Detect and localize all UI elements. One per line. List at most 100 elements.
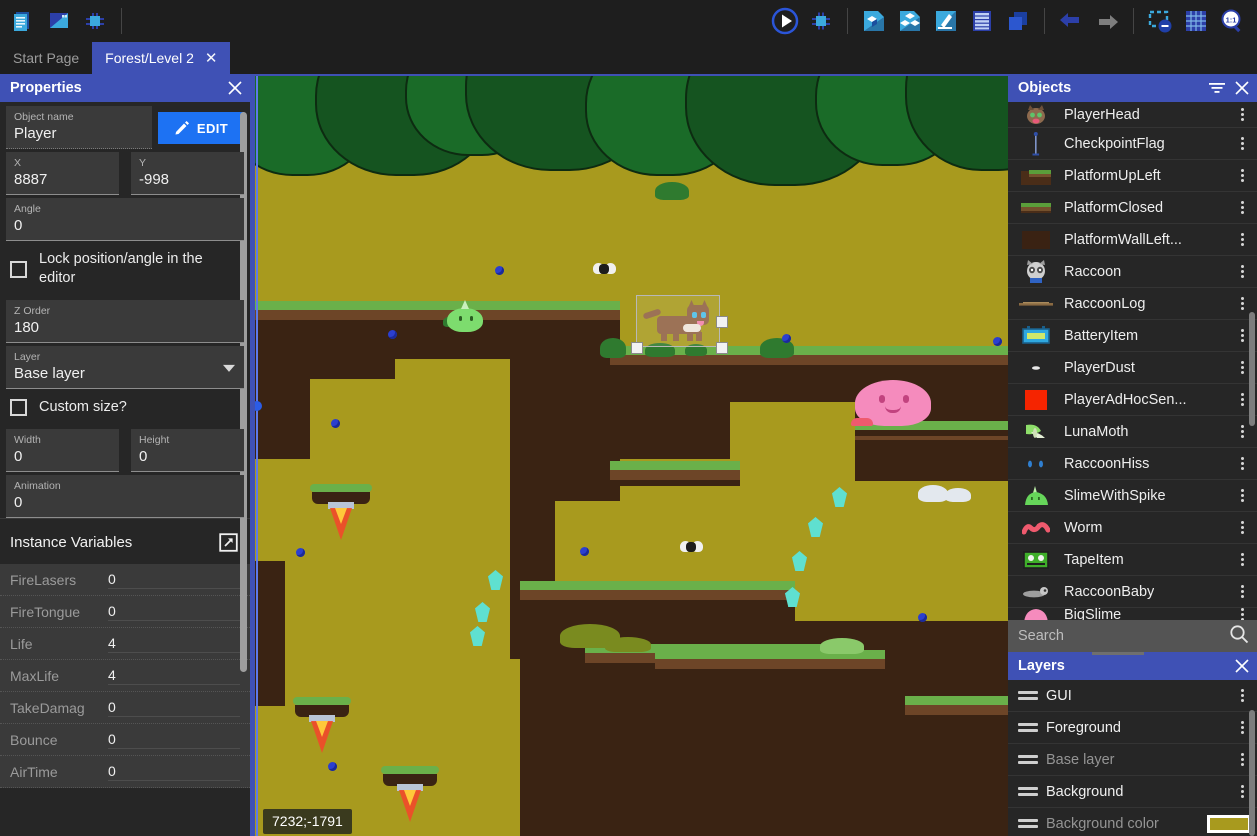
project-manager-icon[interactable] xyxy=(6,4,40,38)
objects-search-bar[interactable] xyxy=(1008,620,1257,652)
layer-list-item-foreground[interactable]: Foreground xyxy=(1008,712,1257,744)
layer-list-item-background[interactable]: Background xyxy=(1008,776,1257,808)
background-color-swatch[interactable] xyxy=(1207,814,1251,833)
object-name-field[interactable]: Object name Player xyxy=(6,106,152,149)
player-cat-sprite[interactable] xyxy=(642,300,715,342)
drag-handle-icon[interactable] xyxy=(1018,691,1038,700)
object-menu-icon[interactable] xyxy=(1233,169,1251,182)
tab-close-icon[interactable]: ✕ xyxy=(205,51,218,66)
instance-variable-row[interactable]: MaxLife 4 xyxy=(0,660,250,692)
variable-value[interactable]: 0 xyxy=(108,731,240,749)
floating-platform[interactable] xyxy=(310,484,372,540)
resize-handle-bottom-right[interactable] xyxy=(716,342,728,354)
events-sheet-icon[interactable] xyxy=(965,4,999,38)
object-list-item[interactable]: PlayerHead xyxy=(1008,102,1257,128)
object-menu-icon[interactable] xyxy=(1233,521,1251,534)
grid-icon[interactable] xyxy=(1179,4,1213,38)
selected-object-bounds[interactable] xyxy=(631,295,728,354)
undo-icon[interactable] xyxy=(1054,4,1088,38)
external-layout-icon[interactable] xyxy=(1001,4,1035,38)
object-menu-icon[interactable] xyxy=(1233,425,1251,438)
drag-handle-icon[interactable] xyxy=(1018,819,1038,828)
object-list-item[interactable]: TapeItem xyxy=(1008,544,1257,576)
object-list-item[interactable]: PlayerAdHocSen... xyxy=(1008,384,1257,416)
scene-viewport[interactable]: 7232;-1791 xyxy=(255,76,1008,836)
x-field[interactable]: X 8887 xyxy=(6,152,119,195)
object-list-item[interactable]: CheckpointFlag xyxy=(1008,128,1257,160)
width-field[interactable]: Width 0 xyxy=(6,429,119,472)
variable-value[interactable]: 0 xyxy=(108,763,240,781)
hide-selection-icon[interactable] xyxy=(1143,4,1177,38)
object-menu-icon[interactable] xyxy=(1233,553,1251,566)
orb-item[interactable] xyxy=(580,547,589,556)
zoom-reset-icon[interactable]: 1:1 xyxy=(1215,4,1249,38)
properties-scrollbar[interactable] xyxy=(240,112,247,672)
scene-editor-icon[interactable] xyxy=(929,4,963,38)
object-list-item[interactable]: Worm xyxy=(1008,512,1257,544)
orb-item[interactable] xyxy=(918,613,927,622)
search-input[interactable] xyxy=(1018,628,1229,644)
preview-window-icon[interactable] xyxy=(42,4,76,38)
worm-enemy[interactable] xyxy=(851,418,873,426)
orb-item[interactable] xyxy=(782,334,791,343)
variable-value[interactable]: 0 xyxy=(108,603,240,621)
object-list-item[interactable]: PlatformWallLeft... xyxy=(1008,224,1257,256)
close-icon[interactable] xyxy=(1235,659,1249,673)
lock-position-row[interactable]: Lock position/angle in the editor xyxy=(0,241,250,297)
tab-start-page[interactable]: Start Page xyxy=(0,42,92,74)
floating-platform[interactable] xyxy=(293,697,351,753)
custom-size-checkbox[interactable] xyxy=(10,399,27,416)
layers-scrollbar[interactable] xyxy=(1249,710,1255,836)
z-order-field[interactable]: Z Order 180 xyxy=(6,300,244,343)
orb-item[interactable] xyxy=(296,548,305,557)
object-menu-icon[interactable] xyxy=(1233,201,1251,214)
orb-item[interactable] xyxy=(331,419,340,428)
new-scene-icon[interactable] xyxy=(857,4,891,38)
instance-variable-row[interactable]: Life 4 xyxy=(0,628,250,660)
object-list-item[interactable]: RaccoonHiss xyxy=(1008,448,1257,480)
orb-item[interactable] xyxy=(993,337,1002,346)
layer-list-item-base-layer[interactable]: Base layer xyxy=(1008,744,1257,776)
open-external-icon[interactable] xyxy=(219,533,238,552)
object-list-item[interactable]: LunaMoth xyxy=(1008,416,1257,448)
variable-value[interactable]: 0 xyxy=(108,699,240,717)
drag-handle-icon[interactable] xyxy=(1018,723,1038,732)
instance-variable-row[interactable]: AirTime 0 xyxy=(0,756,250,788)
object-menu-icon[interactable] xyxy=(1233,489,1251,502)
object-menu-icon[interactable] xyxy=(1233,585,1251,598)
object-list-item[interactable]: RaccoonLog xyxy=(1008,288,1257,320)
tab-forest-level-2[interactable]: Forest/Level 2 ✕ xyxy=(92,42,231,74)
orb-item[interactable] xyxy=(328,762,337,771)
instance-variable-row[interactable]: FireLasers 0 xyxy=(0,564,250,596)
orb-item[interactable] xyxy=(388,330,397,339)
instance-variable-row[interactable]: FireTongue 0 xyxy=(0,596,250,628)
resize-handle-right[interactable] xyxy=(716,316,728,328)
moth-enemy[interactable] xyxy=(593,263,616,275)
object-list-item[interactable]: PlatformClosed xyxy=(1008,192,1257,224)
close-icon[interactable] xyxy=(1235,81,1249,95)
lock-position-checkbox[interactable] xyxy=(10,260,27,278)
objects-editor-icon[interactable] xyxy=(893,4,927,38)
layer-menu-icon[interactable] xyxy=(1233,689,1251,702)
object-menu-icon[interactable] xyxy=(1233,297,1251,310)
moth-enemy[interactable] xyxy=(680,541,703,553)
floating-platform[interactable] xyxy=(381,766,439,822)
animation-field[interactable]: Animation 0 xyxy=(6,475,244,518)
close-icon[interactable] xyxy=(228,81,242,95)
variable-value[interactable]: 0 xyxy=(108,571,240,589)
instance-variable-row[interactable]: TakeDamag 0 xyxy=(0,692,250,724)
object-menu-icon[interactable] xyxy=(1233,108,1251,121)
drag-handle-icon[interactable] xyxy=(1018,787,1038,796)
layer-list-item-background-color[interactable]: Background color xyxy=(1008,808,1257,836)
debugger-icon[interactable] xyxy=(78,4,112,38)
edit-button[interactable]: EDIT xyxy=(158,112,244,144)
instance-variable-row[interactable]: Bounce 0 xyxy=(0,724,250,756)
object-list-item[interactable]: RaccoonBaby xyxy=(1008,576,1257,608)
variable-value[interactable]: 4 xyxy=(108,635,240,653)
object-menu-icon[interactable] xyxy=(1233,457,1251,470)
layers-list[interactable]: GUI Foreground Base layer Background Bac xyxy=(1008,680,1257,836)
redo-icon[interactable] xyxy=(1090,4,1124,38)
debug-preview-icon[interactable] xyxy=(804,4,838,38)
layer-list-item-gui[interactable]: GUI xyxy=(1008,680,1257,712)
chevron-down-icon[interactable] xyxy=(223,364,235,372)
